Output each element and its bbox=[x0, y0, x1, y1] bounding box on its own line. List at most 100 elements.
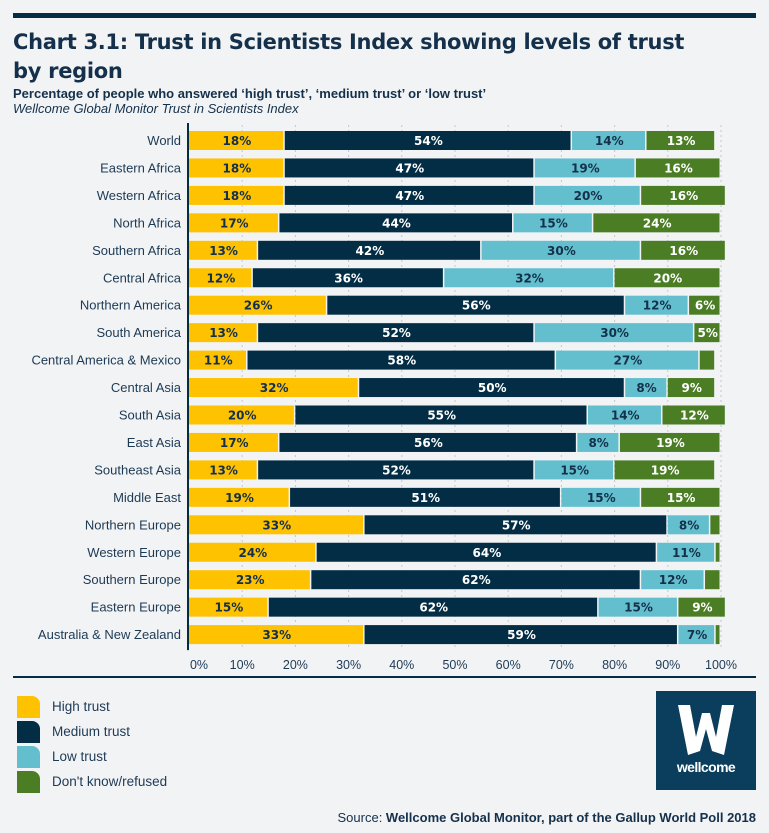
data-label: 13% bbox=[667, 134, 696, 148]
category-label: Northern Europe bbox=[85, 517, 181, 532]
data-label: 23% bbox=[236, 573, 265, 587]
category-label: South America bbox=[96, 325, 181, 340]
data-label: 19% bbox=[651, 463, 680, 477]
data-label: 15% bbox=[587, 491, 616, 505]
data-label: 36% bbox=[334, 271, 363, 285]
data-label: 52% bbox=[382, 463, 411, 477]
data-label: 20% bbox=[574, 189, 603, 203]
x-tick-label: 80% bbox=[602, 658, 627, 672]
category-label: Northern America bbox=[80, 298, 182, 313]
data-label: 59% bbox=[507, 628, 536, 642]
x-axis-ticks: 0% 10% 20% 30% 40% 50% 60% 70% 80% 90% 100% bbox=[190, 658, 737, 672]
data-label: 32% bbox=[260, 381, 289, 395]
bar-row: 33% 57% 8% bbox=[189, 515, 720, 535]
data-label: 19% bbox=[225, 491, 254, 505]
legend-item-low: Low trust bbox=[17, 744, 167, 769]
data-label: 24% bbox=[238, 546, 267, 560]
data-label: 52% bbox=[382, 326, 411, 340]
x-tick-label: 0% bbox=[190, 658, 208, 672]
data-label: 56% bbox=[414, 436, 443, 450]
logo-wordmark: wellcome bbox=[676, 759, 736, 775]
bar-row: 18% 47% 19% 16% bbox=[189, 158, 720, 178]
data-label: 19% bbox=[571, 161, 600, 175]
category-label: South Asia bbox=[119, 408, 182, 423]
divider bbox=[13, 676, 756, 678]
legend-item-high: High trust bbox=[17, 694, 167, 719]
data-label: 9% bbox=[692, 601, 712, 615]
data-label: 12% bbox=[643, 299, 672, 313]
data-label: 19% bbox=[656, 436, 685, 450]
data-label: 16% bbox=[669, 189, 698, 203]
data-label: 8% bbox=[588, 436, 608, 450]
category-label: Central Asia bbox=[111, 380, 182, 395]
data-label: 17% bbox=[220, 216, 249, 230]
bar-segment-dk bbox=[705, 570, 720, 590]
data-label: 62% bbox=[419, 601, 448, 615]
data-label: 7% bbox=[687, 628, 707, 642]
data-label: 11% bbox=[672, 546, 701, 560]
bar-row: 17% 44% 15% 24% bbox=[189, 213, 720, 233]
data-label: 30% bbox=[547, 244, 576, 258]
legend-label: High trust bbox=[52, 699, 110, 714]
data-label: 15% bbox=[624, 601, 653, 615]
data-label: 18% bbox=[223, 189, 252, 203]
stacked-bar-chart: 18% 54% 14% 13% 18% 47% 19% 16% 18% 47% 20% 16% 17% 4… bbox=[31, 123, 737, 672]
bar-row: 32% 50% 8% 9% bbox=[189, 378, 715, 398]
data-label: 30% bbox=[600, 326, 629, 340]
bar-segment-dk bbox=[699, 350, 715, 370]
data-label: 15% bbox=[215, 601, 244, 615]
legend-item-medium: Medium trust bbox=[17, 719, 167, 744]
data-label: 33% bbox=[262, 518, 291, 532]
bar-row: 18% 54% 14% 13% bbox=[189, 131, 715, 150]
data-label: 54% bbox=[414, 134, 443, 148]
data-label: 20% bbox=[653, 271, 682, 285]
category-label: Central Africa bbox=[103, 270, 182, 285]
category-label: Southern Africa bbox=[92, 243, 182, 258]
data-label: 17% bbox=[220, 436, 249, 450]
x-tick-label: 100% bbox=[705, 658, 737, 672]
x-tick-label: 50% bbox=[442, 658, 467, 672]
wellcome-w-icon bbox=[678, 705, 734, 755]
category-label: World bbox=[147, 133, 181, 148]
data-label: 12% bbox=[207, 271, 236, 285]
data-label: 18% bbox=[223, 161, 252, 175]
x-tick-label: 20% bbox=[283, 658, 308, 672]
bar-row: 19% 51% 15% 15% bbox=[189, 487, 720, 507]
data-label: 51% bbox=[411, 491, 440, 505]
data-label: 33% bbox=[262, 628, 291, 642]
data-label: 5% bbox=[698, 326, 718, 340]
category-labels: World Eastern Africa Western Africa North A… bbox=[31, 133, 181, 642]
legend-swatch bbox=[17, 745, 40, 768]
bar-row: 33% 59% 7% bbox=[189, 625, 720, 645]
data-label: 6% bbox=[695, 299, 715, 313]
source-footer: Source: Wellcome Global Monitor, part of… bbox=[338, 810, 757, 825]
bar-row: 17% 56% 8% 19% bbox=[189, 432, 720, 452]
data-label: 14% bbox=[595, 134, 624, 148]
category-label: Middle East bbox=[113, 490, 181, 505]
wellcome-logo: wellcome bbox=[656, 691, 756, 790]
legend-label: Don't know/refused bbox=[52, 774, 168, 789]
data-label: 18% bbox=[223, 134, 252, 148]
bar-row: 24% 64% 11% bbox=[189, 542, 720, 562]
category-label: Eastern Europe bbox=[91, 600, 181, 615]
data-label: 15% bbox=[560, 463, 589, 477]
category-label: North Africa bbox=[113, 215, 182, 230]
data-label: 47% bbox=[395, 161, 424, 175]
bar-row: 15% 62% 15% 9% bbox=[189, 597, 725, 617]
data-label: 8% bbox=[636, 381, 656, 395]
bar-row: 13% 52% 30% 5% bbox=[189, 323, 720, 343]
category-label: Central America & Mexico bbox=[31, 353, 181, 368]
bar-segment-dk bbox=[715, 625, 720, 645]
bar-row: 12% 36% 32% 20% bbox=[189, 268, 720, 288]
data-label: 62% bbox=[462, 573, 491, 587]
data-label: 15% bbox=[667, 491, 696, 505]
data-label: 55% bbox=[427, 409, 456, 423]
bars: 18% 54% 14% 13% 18% 47% 19% 16% 18% 47% 20% 16% 17% 4… bbox=[189, 131, 725, 645]
data-label: 57% bbox=[502, 518, 531, 532]
bar-row: 11% 58% 27% bbox=[189, 350, 715, 370]
bar-segment-dk bbox=[710, 515, 720, 535]
data-label: 56% bbox=[462, 299, 491, 313]
data-label: 58% bbox=[387, 354, 416, 368]
source-prefix: Source: bbox=[337, 810, 386, 825]
data-label: 24% bbox=[643, 216, 672, 230]
